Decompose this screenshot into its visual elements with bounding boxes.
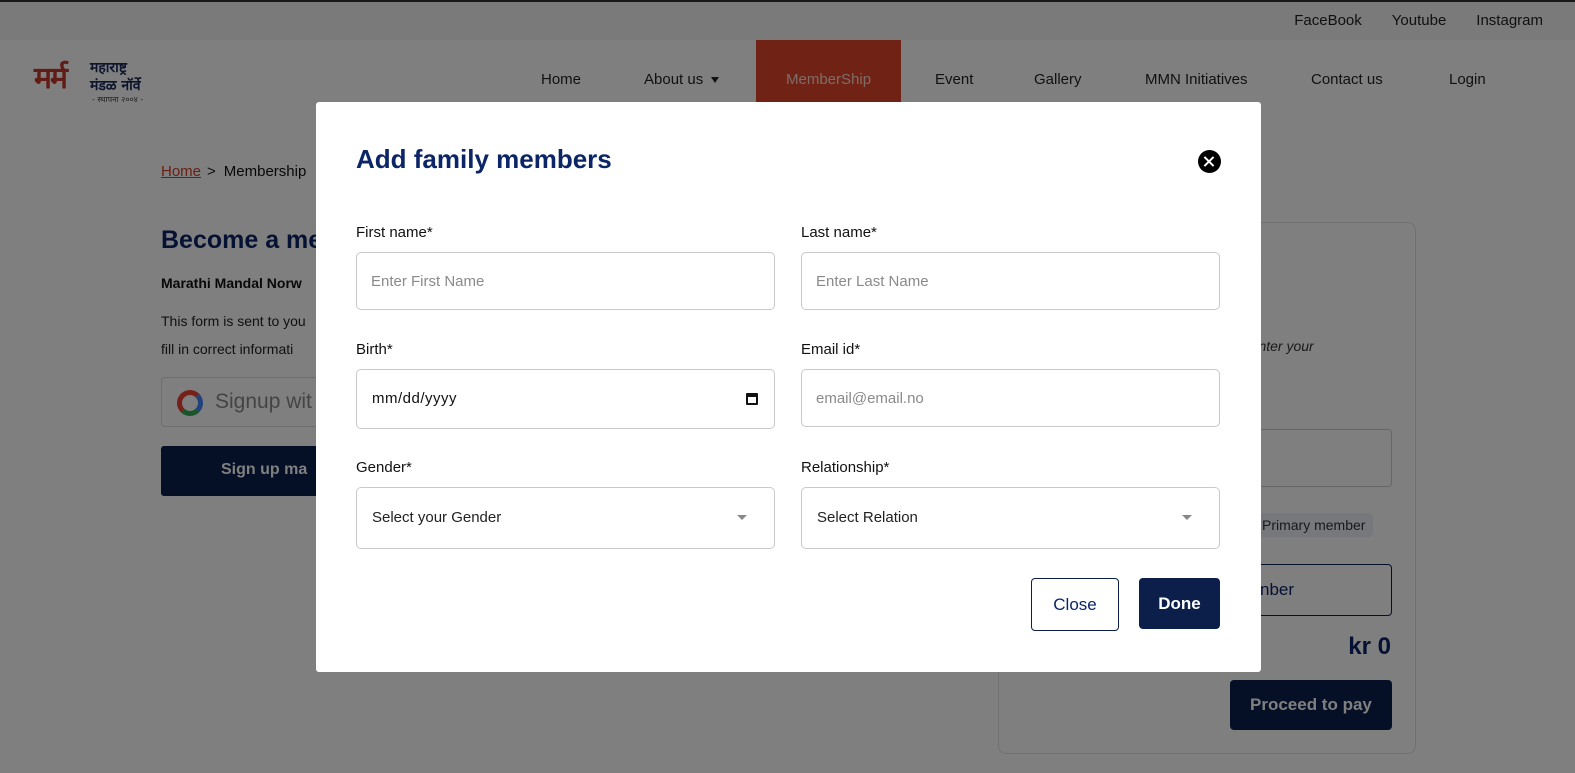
last-name-input[interactable] [801, 252, 1220, 310]
close-button[interactable]: Close [1031, 578, 1119, 631]
calendar-icon[interactable] [746, 393, 758, 405]
add-family-members-dialog: Add family members First name* Last name… [316, 102, 1261, 672]
dropdown-arrow-icon [1182, 515, 1192, 520]
relationship-label: Relationship* [801, 459, 890, 476]
gender-select-value: Select your Gender [372, 509, 502, 526]
birth-date-input[interactable]: mm/dd/yyyy [356, 369, 775, 429]
gender-label: Gender* [356, 459, 412, 476]
first-name-label: First name* [356, 224, 433, 241]
dropdown-arrow-icon [737, 515, 747, 520]
relationship-select[interactable]: Select Relation [801, 487, 1220, 549]
close-icon[interactable] [1198, 150, 1221, 173]
last-name-label: Last name* [801, 224, 877, 241]
gender-select[interactable]: Select your Gender [356, 487, 775, 549]
email-label: Email id* [801, 341, 861, 358]
email-input[interactable] [801, 369, 1220, 427]
birth-label: Birth* [356, 341, 393, 358]
done-button[interactable]: Done [1139, 578, 1220, 629]
dialog-title: Add family members [356, 144, 612, 174]
first-name-input[interactable] [356, 252, 775, 310]
birth-date-value: mm/dd/yyyy [372, 390, 458, 407]
relationship-select-value: Select Relation [817, 509, 918, 526]
